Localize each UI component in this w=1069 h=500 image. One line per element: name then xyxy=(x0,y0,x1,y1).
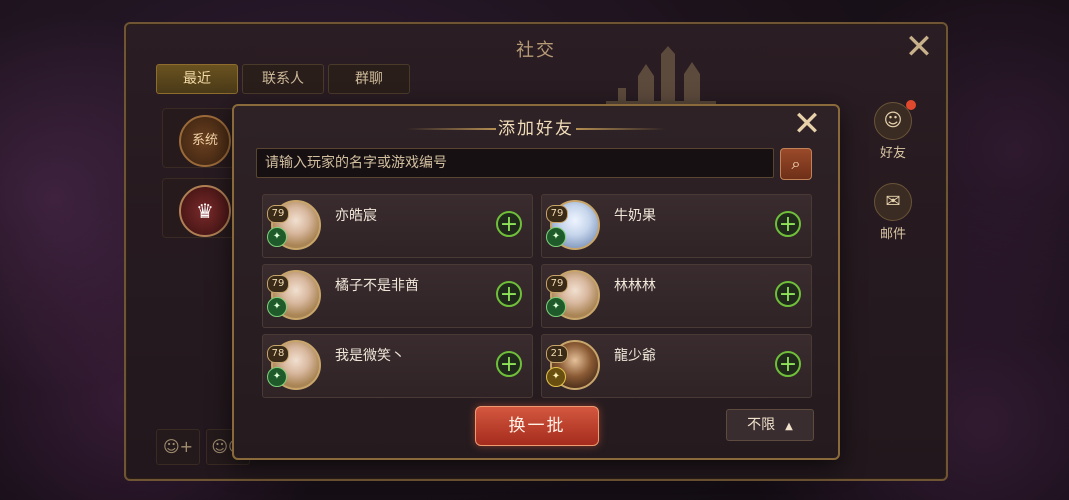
add-friend-button[interactable]: + xyxy=(775,351,801,377)
level-badge: 79 xyxy=(546,205,568,223)
tab-contacts[interactable]: 联系人 xyxy=(242,64,324,94)
side-item-mail[interactable]: ✉ 邮件 xyxy=(866,183,920,242)
class-badge-icon: ✦ xyxy=(546,227,566,247)
add-friend-modal: 添加好友 ✕ ⌕ 79 ✦ 亦皓宸 + 79 ✦ 牛奶果 + 79 ✦ 橘子不是… xyxy=(232,104,840,460)
friend-card: 21 ✦ 龍少爺 + xyxy=(541,334,812,398)
side-item-friends[interactable]: ☺ 好友 xyxy=(866,100,920,161)
add-contact-icon[interactable]: ☺+ xyxy=(156,429,200,465)
caret-up-icon: ▲ xyxy=(785,421,793,432)
tab-recent[interactable]: 最近 xyxy=(156,64,238,94)
friend-card: 78 ✦ 我是微笑丶 + xyxy=(262,334,533,398)
friend-name: 林林林 xyxy=(614,278,656,294)
filter-label: 不限 xyxy=(747,417,776,433)
friend-card: 79 ✦ 林林林 + xyxy=(541,264,812,328)
add-friend-button[interactable]: + xyxy=(496,351,522,377)
recent-item-system[interactable]: 系统 xyxy=(162,108,234,168)
add-friend-button[interactable]: + xyxy=(775,281,801,307)
social-title: 社交 xyxy=(516,40,556,61)
search-icon[interactable]: ⌕ xyxy=(780,148,812,180)
friend-name: 橘子不是非酋 xyxy=(335,278,419,294)
modal-title: 添加好友 xyxy=(498,119,574,139)
search-input[interactable] xyxy=(256,148,774,178)
side-nav: ☺ 好友 ✉ 邮件 xyxy=(866,100,920,264)
social-tabs: 最近 联系人 群聊 xyxy=(156,64,410,94)
refresh-batch-button[interactable]: 换一批 xyxy=(475,406,599,446)
modal-header: 添加好友 xyxy=(234,114,838,142)
level-badge: 79 xyxy=(546,275,568,293)
class-badge-icon: ✦ xyxy=(267,367,287,387)
title-ornament-left xyxy=(406,128,496,130)
friend-card: 79 ✦ 亦皓宸 + xyxy=(262,194,533,258)
add-friend-button[interactable]: + xyxy=(496,281,522,307)
notification-dot xyxy=(906,100,916,110)
recent-item-rabbit[interactable]: ♛ xyxy=(162,178,234,238)
add-friend-button[interactable]: + xyxy=(775,211,801,237)
side-label-mail: 邮件 xyxy=(879,227,906,242)
level-badge: 79 xyxy=(267,275,289,293)
level-badge: 21 xyxy=(546,345,568,363)
class-badge-icon: ✦ xyxy=(546,297,566,317)
rabbit-avatar-icon: ♛ xyxy=(179,185,231,237)
class-badge-icon: ✦ xyxy=(546,367,566,387)
system-avatar: 系统 xyxy=(179,115,231,167)
add-friend-button[interactable]: + xyxy=(496,211,522,237)
mail-icon: ✉ xyxy=(874,183,912,221)
friends-grid: 79 ✦ 亦皓宸 + 79 ✦ 牛奶果 + 79 ✦ 橘子不是非酋 + 79 ✦… xyxy=(262,194,814,398)
friend-name: 牛奶果 xyxy=(614,208,656,224)
tab-group-chat[interactable]: 群聊 xyxy=(328,64,410,94)
close-icon[interactable]: ✕ xyxy=(788,107,826,141)
filter-dropdown[interactable]: 不限 ▲ xyxy=(726,409,814,441)
close-social-icon[interactable]: ✕ xyxy=(901,30,937,64)
title-ornament-right xyxy=(576,128,666,130)
friend-name: 龍少爺 xyxy=(614,348,656,364)
friend-card: 79 ✦ 牛奶果 + xyxy=(541,194,812,258)
class-badge-icon: ✦ xyxy=(267,227,287,247)
recent-list: 系统 ♛ xyxy=(162,108,234,248)
level-badge: 79 xyxy=(267,205,289,223)
class-badge-icon: ✦ xyxy=(267,297,287,317)
friend-name: 亦皓宸 xyxy=(335,208,377,224)
friend-name: 我是微笑丶 xyxy=(335,348,405,364)
friend-card: 79 ✦ 橘子不是非酋 + xyxy=(262,264,533,328)
search-row: ⌕ xyxy=(256,148,812,180)
side-label-friends: 好友 xyxy=(879,146,906,161)
level-badge: 78 xyxy=(267,345,289,363)
